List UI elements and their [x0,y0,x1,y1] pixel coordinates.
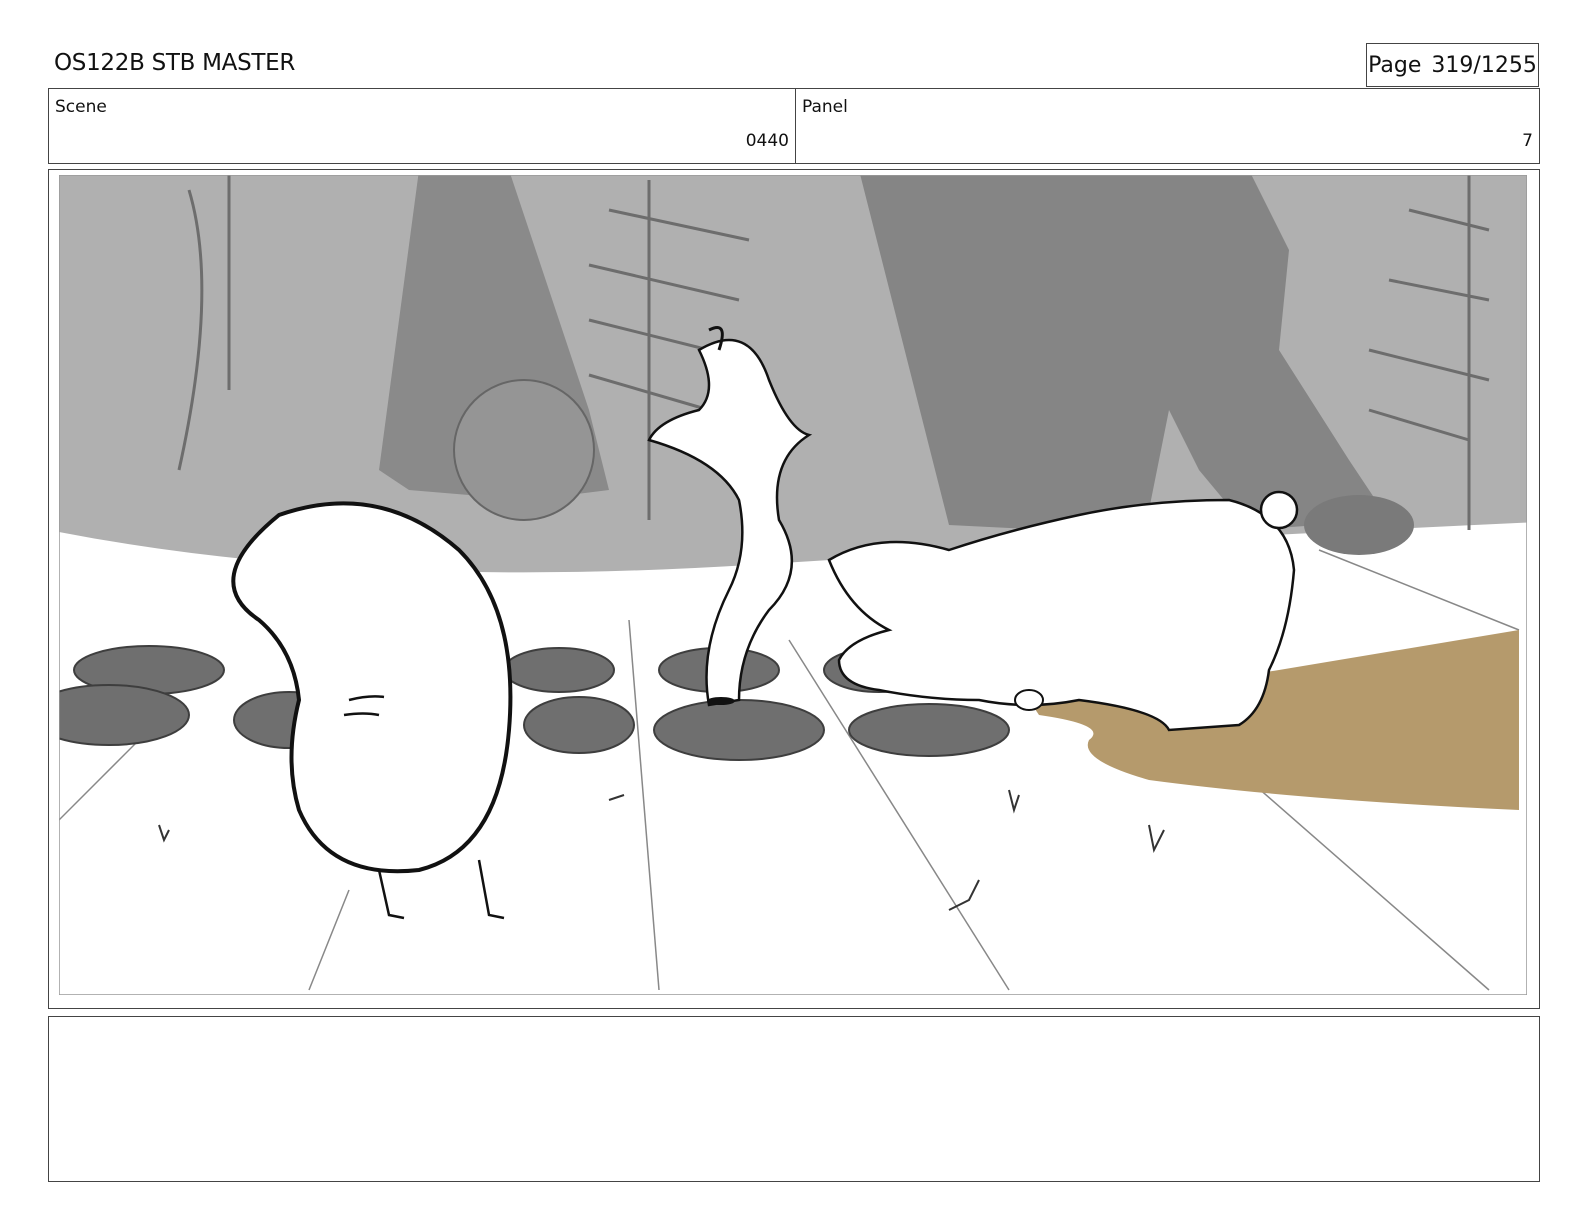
info-row: Scene 0440 Panel 7 [48,88,1540,164]
panel-value: 7 [1522,131,1533,151]
document-title: OS122B STB MASTER [54,50,296,76]
panel-cell: Panel 7 [796,89,1539,163]
page-label: Page [1368,52,1422,78]
notes-area [48,1016,1540,1182]
panel-label: Panel [802,97,848,117]
rock-right [1304,495,1414,555]
scene-cell: Scene 0440 [49,89,796,163]
scene-label: Scene [55,97,107,117]
page-indicator: Page 319/1255 [1366,43,1539,87]
page-number: 319/1255 [1431,52,1537,78]
scene-value: 0440 [745,131,789,151]
storyboard-sketch [59,175,1527,995]
boulder [453,379,595,521]
storyboard-frame [48,169,1540,1009]
